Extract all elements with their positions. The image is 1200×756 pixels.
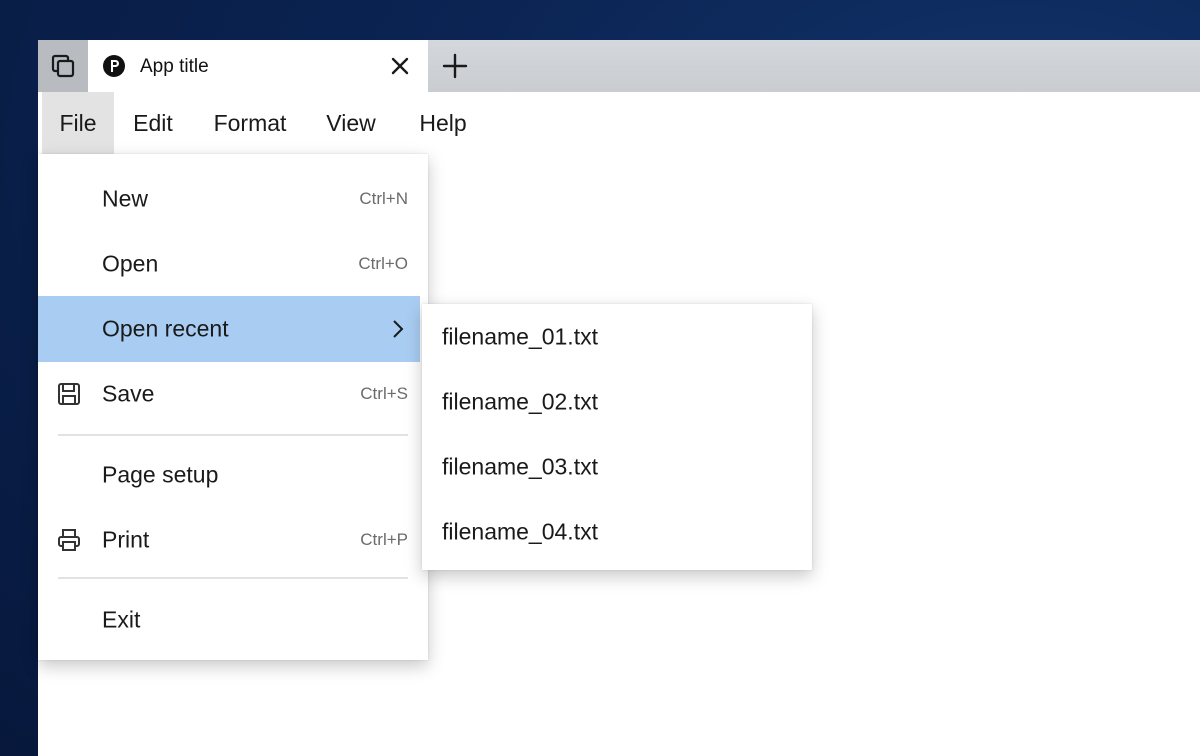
menu-item-new[interactable]: New Ctrl+N (38, 166, 428, 232)
shortcut-label: Ctrl+P (360, 530, 408, 549)
save-icon (58, 383, 80, 405)
recent-file-item[interactable]: filename_03.txt (422, 434, 812, 499)
menu-item-label: Exit (102, 606, 141, 633)
menu-file[interactable]: File (42, 92, 114, 154)
menu-item-label: Open (102, 250, 159, 277)
tab-app[interactable]: App title (88, 40, 428, 92)
app-icon (103, 55, 125, 77)
menu-help[interactable]: Help (408, 92, 478, 154)
menu-view[interactable]: View (316, 92, 386, 154)
tab-bar: App title (38, 40, 1200, 92)
menu-item-label: Print (102, 526, 150, 553)
shortcut-label: Ctrl+S (360, 384, 408, 403)
tab-switcher-button[interactable] (38, 40, 88, 92)
menu-item-label: Open recent (102, 315, 229, 342)
menu-item-print[interactable]: Print Ctrl+P (38, 507, 428, 573)
recent-file-item[interactable]: filename_04.txt (422, 499, 812, 564)
menu-bar: File Edit Format View Help (38, 92, 1200, 154)
close-icon[interactable] (386, 52, 414, 80)
menu-item-label: Page setup (102, 461, 219, 488)
menu-item-label: New (102, 185, 149, 212)
open-recent-submenu: filename_01.txt filename_02.txt filename… (422, 304, 812, 570)
shortcut-label: Ctrl+O (358, 254, 408, 273)
tab-title: App title (140, 56, 209, 77)
menu-item-open[interactable]: Open Ctrl+O (38, 231, 428, 297)
recent-file-label: filename_03.txt (442, 453, 598, 479)
recent-file-label: filename_04.txt (442, 518, 598, 544)
menu-item-save[interactable]: Save Ctrl+S (38, 361, 428, 427)
recent-file-label: filename_01.txt (442, 323, 598, 349)
recent-file-item[interactable]: filename_01.txt (422, 304, 812, 369)
file-menu-dropdown: New Ctrl+N Open Ctrl+O Open recent Save … (38, 154, 428, 660)
menu-separator (58, 577, 408, 579)
menu-format[interactable]: Format (200, 92, 300, 154)
recent-file-label: filename_02.txt (442, 388, 598, 414)
shortcut-label: Ctrl+N (359, 189, 408, 208)
menu-item-exit[interactable]: Exit (38, 587, 428, 653)
recent-file-item[interactable]: filename_02.txt (422, 369, 812, 434)
menu-edit[interactable]: Edit (118, 92, 188, 154)
chevron-right-icon (393, 320, 404, 338)
plus-icon[interactable] (440, 51, 470, 81)
menu-item-open-recent[interactable]: Open recent (38, 296, 420, 362)
printer-icon (58, 529, 80, 551)
menu-item-label: Save (102, 380, 155, 407)
tab-switcher-icon (51, 54, 75, 78)
menu-separator (58, 434, 408, 436)
menu-item-page-setup[interactable]: Page setup (38, 442, 428, 508)
